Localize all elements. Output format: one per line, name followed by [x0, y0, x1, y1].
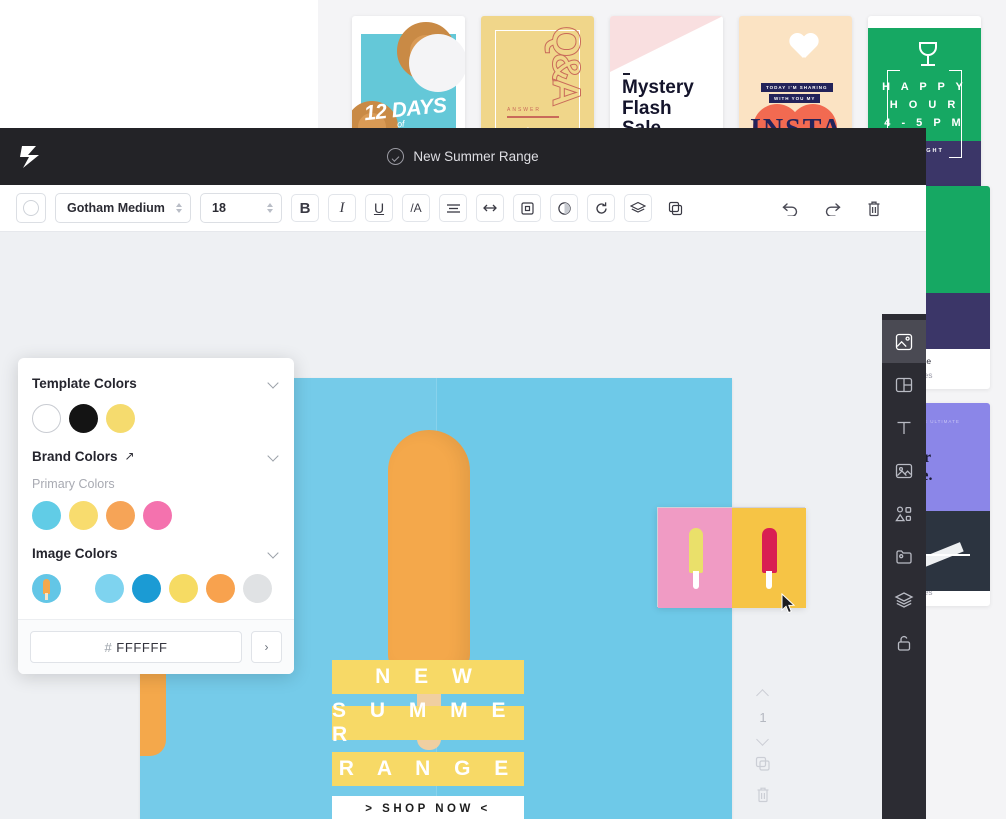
chevron-down-icon[interactable]	[757, 734, 770, 747]
swatch-template-yellow[interactable]	[106, 404, 135, 433]
font-size-value: 18	[212, 201, 226, 215]
brand-colors-swatches	[32, 501, 280, 530]
font-size-stepper-icon[interactable]	[267, 203, 273, 213]
sidebar-item-lock[interactable]	[882, 621, 926, 664]
duplicate-page-icon[interactable]	[755, 756, 771, 777]
template-colors-title: Template Colors	[32, 375, 137, 391]
redo-button[interactable]	[818, 194, 846, 222]
check-circle-icon	[387, 148, 405, 165]
brand-colors-section: Brand Colors ↗ Primary Colors	[32, 445, 280, 530]
headline-line-2[interactable]: S U M M E R	[332, 699, 524, 746]
swatch-image-blue[interactable]	[132, 574, 161, 603]
hex-apply-button[interactable]: ›	[251, 631, 282, 663]
image-colors-section: Image Colors	[32, 542, 280, 603]
rotate-button[interactable]	[587, 194, 615, 222]
image-thumbnail-swatch[interactable]	[32, 574, 61, 603]
swatch-brand-pink[interactable]	[143, 501, 172, 530]
editor-title-bar: New Summer Range	[0, 128, 926, 185]
color-circle-icon	[23, 200, 39, 216]
swatch-image-orange[interactable]	[206, 574, 235, 603]
swatch-image-grey[interactable]	[243, 574, 272, 603]
image-colors-title: Image Colors	[32, 545, 118, 561]
image-colors-swatches	[32, 574, 280, 603]
swatch-brand-orange[interactable]	[106, 501, 135, 530]
swatch-brand-yellow[interactable]	[69, 501, 98, 530]
color-picker-button[interactable]	[16, 193, 46, 223]
font-family-select[interactable]: Gotham Medium	[55, 193, 191, 223]
font-size-select[interactable]: 18	[200, 193, 282, 223]
document-title[interactable]: New Summer Range	[413, 149, 538, 164]
qa-kicker: ANSWER	[507, 107, 541, 113]
delete-page-icon[interactable]	[755, 786, 771, 808]
text-case-button[interactable]: /A	[402, 194, 430, 222]
chevron-up-icon[interactable]	[757, 688, 770, 701]
insta-tag-1: TODAY I'M SHARING	[761, 83, 833, 92]
qa-title: Q&A	[544, 26, 589, 104]
insta-tag-2: WITH YOU MY	[769, 94, 821, 103]
delete-button[interactable]	[860, 194, 888, 222]
font-family-stepper-icon[interactable]	[176, 203, 182, 213]
sidebar-item-templates[interactable]	[882, 320, 926, 363]
sidebar-item-layers[interactable]	[882, 578, 926, 621]
sidebar-item-uploads[interactable]	[882, 535, 926, 578]
align-button[interactable]	[439, 194, 467, 222]
chevron-down-icon[interactable]	[269, 451, 280, 462]
text-format-toolbar: Gotham Medium 18 B I U /A	[0, 185, 926, 232]
app-root: 12 DAYS of DONUT Q&A ANSWER My favorite …	[0, 0, 1006, 819]
shop-now-cta[interactable]: > SHOP NOW <	[332, 796, 524, 819]
happy-hour-title: H A P P Y H O U R 4 - 5 P M	[882, 81, 967, 130]
swatch-image-yellow[interactable]	[169, 574, 198, 603]
headline-line-3[interactable]: R A N G E	[332, 752, 524, 786]
color-picker-popover: Template Colors Brand Colors ↗ Primary C…	[18, 358, 294, 674]
swatch-template-black[interactable]	[69, 404, 98, 433]
swatch-template-white[interactable]	[32, 404, 61, 433]
hex-input-row: # FFFFFF ›	[18, 619, 294, 674]
template-colors-section: Template Colors	[32, 372, 280, 433]
template-colors-swatches	[32, 404, 280, 433]
crop-button[interactable]	[513, 194, 541, 222]
bold-button[interactable]: B	[291, 194, 319, 222]
editor-window: New Summer Range Gotham Medium 18 B I U …	[0, 128, 926, 819]
tool-sidebar	[882, 314, 926, 819]
chevron-down-icon[interactable]	[269, 378, 280, 389]
swatch-image-lightblue[interactable]	[95, 574, 124, 603]
transparency-button[interactable]	[550, 194, 578, 222]
headline-line-1[interactable]: N E W	[332, 660, 524, 694]
document-title-group[interactable]: New Summer Range	[0, 128, 926, 185]
underline-button[interactable]: U	[365, 194, 393, 222]
hex-prefix: #	[104, 639, 113, 655]
duplicate-button[interactable]	[661, 194, 689, 222]
sidebar-item-text[interactable]	[882, 406, 926, 449]
primary-colors-label: Primary Colors	[32, 477, 115, 491]
brand-colors-title: Brand Colors	[32, 448, 118, 464]
layers-button[interactable]	[624, 194, 652, 222]
letter-spacing-button[interactable]	[476, 194, 504, 222]
swatch-brand-blue[interactable]	[32, 501, 61, 530]
sidebar-item-shapes[interactable]	[882, 492, 926, 535]
sidebar-item-layouts[interactable]	[882, 363, 926, 406]
sidebar-item-images[interactable]	[882, 449, 926, 492]
hex-value: FFFFFF	[116, 639, 168, 655]
page-number: 1	[759, 710, 767, 725]
hex-color-input[interactable]: # FFFFFF	[30, 631, 242, 663]
chevron-down-icon[interactable]	[269, 548, 280, 559]
page-controls: 1	[748, 688, 778, 808]
mouse-pointer-icon	[781, 592, 796, 615]
external-link-icon[interactable]: ↗	[125, 449, 135, 463]
italic-button[interactable]: I	[328, 194, 356, 222]
popsicle-pair-image[interactable]	[657, 507, 806, 608]
font-family-value: Gotham Medium	[67, 201, 165, 215]
undo-button[interactable]	[776, 194, 804, 222]
